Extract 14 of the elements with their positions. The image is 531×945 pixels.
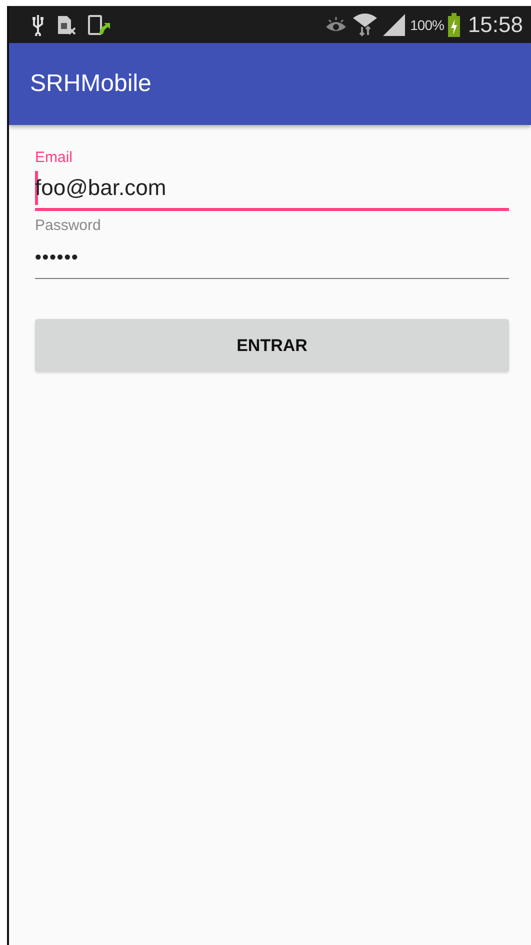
app-title: SRHMobile: [30, 70, 152, 98]
input-field[interactable]: ••••••: [35, 236, 509, 279]
eye-icon: [324, 16, 348, 34]
clock-time: 15:58: [468, 12, 523, 38]
signal-icon: [382, 14, 406, 36]
usb-icon: [31, 14, 45, 36]
phone-upload-icon: [87, 14, 111, 36]
field-label: Email: [35, 149, 73, 166]
field-label: Password: [35, 217, 101, 234]
battery-charging-icon: [448, 12, 460, 36]
wifi-icon: [352, 12, 378, 36]
login-button[interactable]: ENTRAR: [35, 319, 509, 372]
sim-card-icon: [55, 14, 77, 36]
battery-percentage: 100%: [410, 16, 444, 32]
